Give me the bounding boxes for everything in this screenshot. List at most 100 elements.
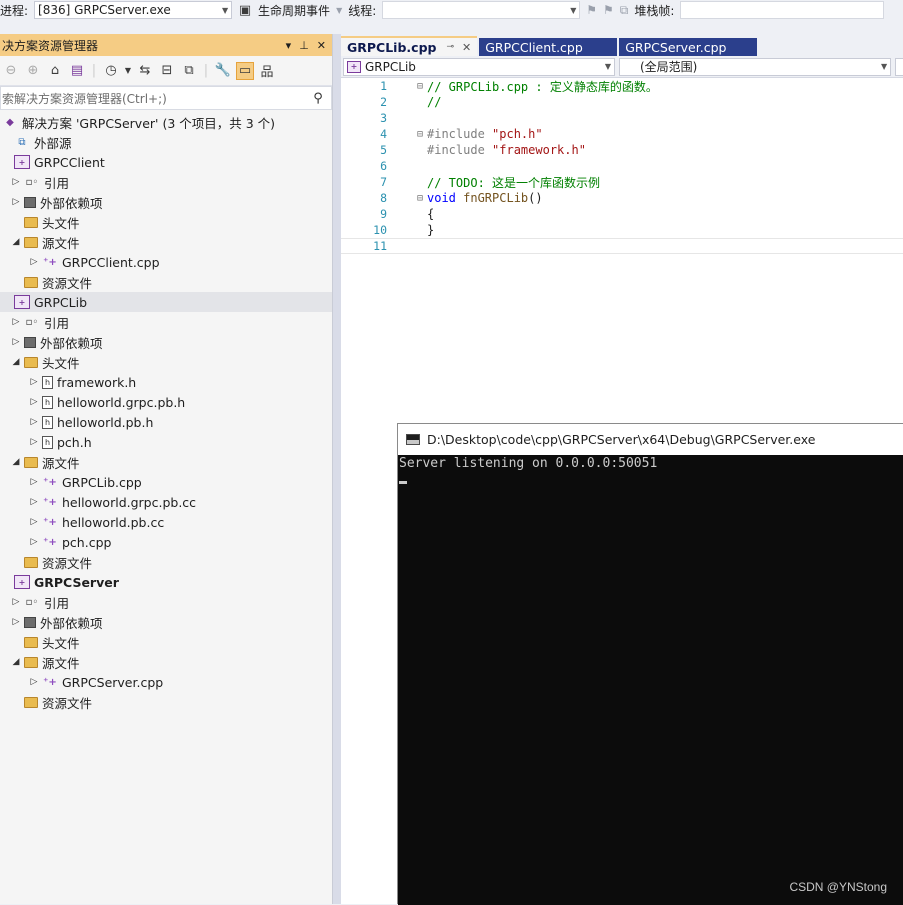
tree-item[interactable]: ◢ 源文件 <box>0 232 332 252</box>
tab-grpcserver-cpp[interactable]: GRPCServer.cpp <box>619 38 758 56</box>
class-view-icon[interactable]: 品 <box>258 62 276 80</box>
thread-dropdown[interactable]: ▼ <box>382 1 581 19</box>
member-dropdown[interactable] <box>895 57 903 76</box>
collapsed-arrow-icon[interactable]: ▷ <box>26 477 42 487</box>
show-all-files-icon[interactable]: ⧉ <box>180 62 198 80</box>
collapsed-arrow-icon[interactable]: ▷ <box>8 197 24 207</box>
sync-icon[interactable]: ⇆ <box>136 62 154 80</box>
tree-item[interactable]: ◢ 源文件 <box>0 652 332 672</box>
flag-icon[interactable]: ⚑ <box>586 3 597 17</box>
fold-toggle-icon[interactable]: ⊟ <box>393 129 427 140</box>
collapsed-arrow-icon[interactable]: ▷ <box>26 677 42 687</box>
switch-views-icon[interactable]: ▤ <box>68 62 86 80</box>
code-line[interactable]: 1 ⊟// GRPCLib.cpp : 定义静态库的函数。 <box>341 78 903 94</box>
project-dropdown[interactable]: + GRPCLib ▼ <box>343 57 615 76</box>
collapsed-arrow-icon[interactable]: ▷ <box>8 177 24 187</box>
tree-item[interactable]: ▷ 外部依赖项 <box>0 332 332 352</box>
search-icon[interactable]: ⚲ <box>305 91 331 106</box>
file-item[interactable]: ▷ ⁺+ pch.cpp <box>0 532 332 552</box>
stackframe-dropdown[interactable] <box>680 1 885 19</box>
tree-item[interactable]: 资源文件 <box>0 272 332 292</box>
process-dropdown[interactable]: [836] GRPCServer.exe ▼ <box>34 1 233 19</box>
file-item[interactable]: ▷ ⁺+ GRPCServer.cpp <box>0 672 332 692</box>
file-item[interactable]: ▷ h framework.h <box>0 372 332 392</box>
collapsed-arrow-icon[interactable]: ▷ <box>26 537 42 547</box>
collapsed-arrow-icon[interactable]: ▷ <box>8 337 24 347</box>
scope-dropdown[interactable]: (全局范围) ▼ <box>618 57 892 76</box>
collapsed-arrow-icon[interactable]: ▷ <box>26 257 42 267</box>
collapse-all-icon[interactable]: ⊟ <box>158 62 176 80</box>
tree-item[interactable]: 头文件 <box>0 632 332 652</box>
fold-toggle-icon[interactable]: ⊟ <box>393 81 427 92</box>
back-icon[interactable]: ⊖ <box>2 62 20 80</box>
show-threads-icon[interactable]: ⧉ <box>620 3 629 18</box>
tree-item[interactable]: ◢ 源文件 <box>0 452 332 472</box>
fold-toggle-icon[interactable]: ⊟ <box>393 193 427 204</box>
preview-selected-icon[interactable]: ▭ <box>236 61 254 80</box>
code-line[interactable]: 9{ <box>341 206 903 222</box>
forward-icon[interactable]: ⊕ <box>24 62 42 80</box>
file-item[interactable]: ▷ h pch.h <box>0 432 332 452</box>
collapsed-arrow-icon[interactable]: ▷ <box>26 437 42 447</box>
properties-icon[interactable]: 🔧 <box>214 62 232 80</box>
file-item[interactable]: ▷ ⁺+ helloworld.pb.cc <box>0 512 332 532</box>
code-line[interactable]: 10} <box>341 222 903 238</box>
tree-item[interactable]: ▷ ▫◦ 引用 <box>0 172 332 192</box>
tab-grpclib-cpp[interactable]: GRPCLib.cpp ⊸ ✕ <box>341 36 478 56</box>
collapsed-arrow-icon[interactable]: ▷ <box>8 617 24 627</box>
home-icon[interactable]: ⌂ <box>46 62 64 80</box>
tree-item[interactable]: ▷ 外部依赖项 <box>0 192 332 212</box>
collapsed-arrow-icon[interactable]: ▷ <box>8 317 24 327</box>
code-line[interactable]: 11 <box>341 238 903 254</box>
external-sources-node[interactable]: ⧉ 外部源 <box>0 132 332 152</box>
lifecycle-events-button[interactable]: 生命周期事件 <box>258 2 330 19</box>
project-node[interactable]: + GRPCClient <box>0 152 332 172</box>
console-window[interactable]: D:\Desktop\code\cpp\GRPCServer\x64\Debug… <box>397 423 903 905</box>
collapsed-arrow-icon[interactable]: ▷ <box>8 597 24 607</box>
code-line[interactable]: 5 #include "framework.h" <box>341 142 903 158</box>
expanded-arrow-icon[interactable]: ◢ <box>8 357 24 367</box>
pin-icon[interactable]: ⊥ <box>299 39 309 52</box>
solution-node[interactable]: ◆ 解决方案 'GRPCServer' (3 个项目，共 3 个) <box>0 112 332 132</box>
chevron-down-icon[interactable]: ▼ <box>124 62 132 80</box>
console-titlebar[interactable]: D:\Desktop\code\cpp\GRPCServer\x64\Debug… <box>398 424 903 455</box>
pending-changes-icon[interactable]: ◷ <box>102 62 120 80</box>
tree-item[interactable]: ▷ ▫◦ 引用 <box>0 592 332 612</box>
expanded-arrow-icon[interactable]: ◢ <box>8 457 24 467</box>
file-item[interactable]: ▷ h helloworld.grpc.pb.h <box>0 392 332 412</box>
file-item[interactable]: ▷ ⁺+ GRPCLib.cpp <box>0 472 332 492</box>
code-area[interactable]: 1 ⊟// GRPCLib.cpp : 定义静态库的函数。 2//3 4 ⊟ #inclu… <box>341 78 903 254</box>
file-item[interactable]: ▷ ⁺+ GRPCClient.cpp <box>0 252 332 272</box>
code-line[interactable]: 6 <box>341 158 903 174</box>
tree-item[interactable]: 头文件 <box>0 212 332 232</box>
console-output[interactable]: Server listening on 0.0.0.0:50051 CSDN @… <box>398 455 903 905</box>
collapsed-arrow-icon[interactable]: ▷ <box>26 517 42 527</box>
code-line[interactable]: 4 ⊟ #include "pch.h" <box>341 126 903 142</box>
close-icon[interactable]: ✕ <box>317 39 326 52</box>
collapsed-arrow-icon[interactable]: ▷ <box>26 377 42 387</box>
flag-threads-icon[interactable]: ⚑ <box>603 3 614 17</box>
collapsed-arrow-icon[interactable]: ▷ <box>26 397 42 407</box>
tree-item[interactable]: 资源文件 <box>0 692 332 712</box>
tree-item[interactable]: ▷ ▫◦ 引用 <box>0 312 332 332</box>
collapsed-arrow-icon[interactable]: ▷ <box>26 417 42 427</box>
pin-icon[interactable]: ⊸ <box>446 42 454 52</box>
project-node[interactable]: + GRPCLib <box>0 292 332 312</box>
project-node[interactable]: + GRPCServer <box>0 572 332 592</box>
search-box[interactable]: 索解决方案资源管理器(Ctrl+;) ⚲ <box>0 86 332 110</box>
pane-splitter[interactable] <box>333 34 341 904</box>
collapsed-arrow-icon[interactable]: ▷ <box>26 497 42 507</box>
code-line[interactable]: 2 // <box>341 94 903 110</box>
file-item[interactable]: ▷ h helloworld.pb.h <box>0 412 332 432</box>
expanded-arrow-icon[interactable]: ◢ <box>8 657 24 667</box>
code-line[interactable]: 8 ⊟ void fnGRPCLib() <box>341 190 903 206</box>
code-line[interactable]: 3 <box>341 110 903 126</box>
expanded-arrow-icon[interactable]: ◢ <box>8 237 24 247</box>
tree-item[interactable]: ◢ 头文件 <box>0 352 332 372</box>
file-item[interactable]: ▷ ⁺+ helloworld.grpc.pb.cc <box>0 492 332 512</box>
tree-item[interactable]: ▷ 外部依赖项 <box>0 612 332 632</box>
dropdown-icon[interactable]: ▾ <box>286 39 292 52</box>
code-line[interactable]: 7 // TODO: 这是一个库函数示例 <box>341 174 903 190</box>
close-icon[interactable]: ✕ <box>462 41 471 54</box>
tree-item[interactable]: 资源文件 <box>0 552 332 572</box>
